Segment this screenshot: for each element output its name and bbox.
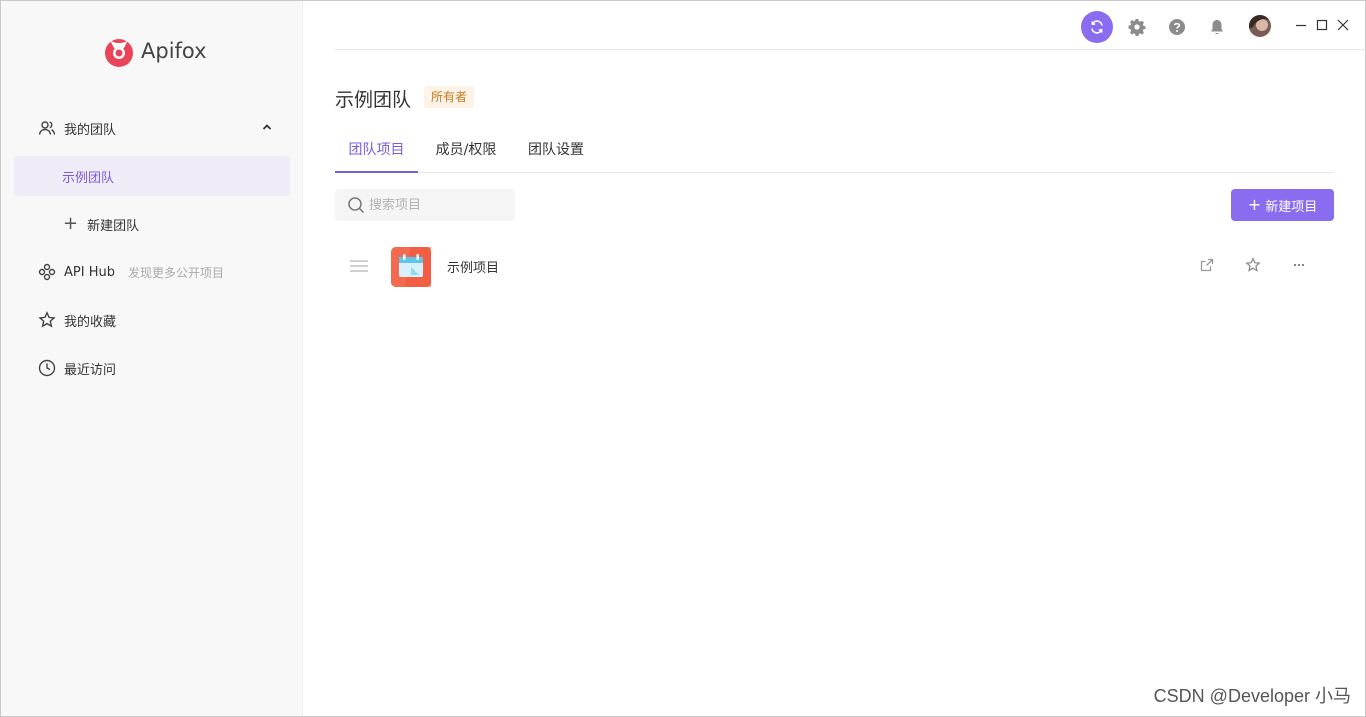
- api-hub-hint: 发现更多公开项目: [127, 265, 224, 280]
- sidebar-item-recent[interactable]: 最近访问: [14, 348, 290, 388]
- sync-button[interactable]: [1081, 11, 1113, 43]
- user-avatar-icon: [1249, 15, 1271, 37]
- sidebar-item-label: API Hub: [64, 264, 115, 280]
- project-list-item[interactable]: 示例项目: [335, 242, 1334, 290]
- plus-icon: +: [63, 213, 79, 234]
- star-icon: [37, 310, 57, 330]
- tab-team-settings[interactable]: 团队设置: [521, 129, 591, 173]
- maximize-icon[interactable]: [1315, 18, 1329, 32]
- tab-bar: 团队项目 成员/权限 团队设置: [335, 129, 1334, 173]
- tab-team-projects[interactable]: 团队项目: [335, 129, 418, 173]
- api-hub-icon: [37, 262, 57, 282]
- avatar[interactable]: [1249, 15, 1271, 37]
- app-logo: Apifox: [102, 34, 207, 68]
- page-title: 示例团队: [335, 89, 412, 111]
- clock-icon: [37, 358, 57, 378]
- search-input[interactable]: [369, 197, 509, 213]
- close-icon[interactable]: [1336, 18, 1350, 32]
- calendar-icon: [391, 247, 431, 287]
- help-icon: [1169, 19, 1185, 35]
- favorite-project-button[interactable]: [1244, 256, 1262, 274]
- plus-icon: +: [1247, 195, 1262, 214]
- project-icon: [391, 247, 431, 287]
- sync-icon: [1091, 20, 1103, 34]
- sidebar-item-label: 示例团队: [62, 170, 115, 186]
- help-button[interactable]: [1161, 11, 1193, 43]
- external-link-icon: [1200, 258, 1214, 272]
- more-actions-button[interactable]: [1290, 256, 1308, 274]
- minimize-icon[interactable]: [1294, 18, 1308, 32]
- open-project-button[interactable]: [1198, 256, 1216, 274]
- sidebar-item-example-team[interactable]: 示例团队: [14, 156, 290, 196]
- chevron-up-icon[interactable]: [260, 120, 274, 134]
- sidebar-item-favorites[interactable]: 我的收藏: [14, 300, 290, 340]
- team-icon: [37, 118, 57, 138]
- divider: [335, 49, 1366, 50]
- sidebar-item-api-hub[interactable]: API Hub 发现更多公开项目: [14, 252, 290, 292]
- tab-members-permissions[interactable]: 成员/权限: [428, 129, 504, 173]
- notifications-button[interactable]: [1201, 11, 1233, 43]
- search-box: [335, 189, 515, 221]
- bell-icon: [1211, 20, 1223, 34]
- search-icon: [348, 197, 365, 214]
- sidebar-item-label: 最近访问: [64, 362, 117, 378]
- apifox-logo-icon: [105, 39, 133, 67]
- new-team-button[interactable]: + 新建团队: [14, 204, 290, 244]
- app-name: Apifox: [141, 39, 207, 63]
- app-window: Apifox 我的团队 示例团队 + 新建团队 API Hub 发现更多公开项目…: [0, 0, 1366, 717]
- sidebar-item-label: 我的收藏: [64, 314, 117, 330]
- drag-handle-icon[interactable]: [349, 258, 369, 274]
- star-icon: [1245, 257, 1261, 272]
- sidebar-item-label: 新建团队: [87, 218, 140, 234]
- new-project-label: 新建项目: [1265, 199, 1318, 215]
- sidebar: Apifox 我的团队 示例团队 + 新建团队 API Hub 发现更多公开项目…: [1, 1, 303, 716]
- watermark: CSDN @Developer 小马: [1153, 686, 1351, 706]
- role-badge: 所有者: [424, 86, 475, 108]
- more-icon: [1293, 263, 1305, 267]
- sidebar-item-my-team[interactable]: 我的团队: [14, 108, 290, 148]
- sidebar-item-label: 我的团队: [64, 122, 117, 138]
- new-project-button[interactable]: + 新建项目: [1231, 189, 1334, 221]
- settings-button[interactable]: [1121, 11, 1153, 43]
- project-name: 示例项目: [447, 261, 500, 276]
- gear-icon: [1128, 19, 1146, 36]
